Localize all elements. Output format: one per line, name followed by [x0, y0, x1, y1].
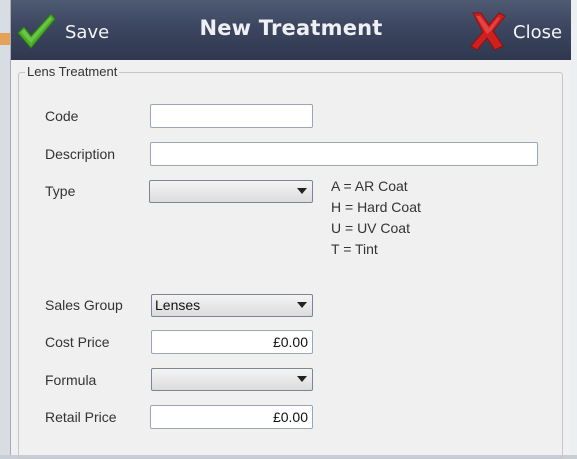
chevron-down-icon: [297, 188, 307, 194]
formula-label: Formula: [45, 372, 97, 388]
type-legend-item: T = Tint: [331, 241, 378, 257]
cost-price-label: Cost Price: [45, 334, 110, 350]
close-button[interactable]: Close: [467, 10, 567, 52]
cost-price-input[interactable]: £0.00: [151, 330, 313, 354]
type-select[interactable]: [149, 180, 313, 203]
code-label: Code: [45, 108, 79, 124]
chevron-down-icon: [297, 302, 307, 308]
formula-select[interactable]: [151, 368, 313, 391]
title-bar: Save New Treatment Close: [11, 0, 571, 60]
sales-group-selected: Lenses: [155, 297, 201, 313]
retail-price-label: Retail Price: [45, 409, 117, 425]
description-input[interactable]: [150, 142, 538, 166]
x-icon: [470, 12, 506, 51]
new-treatment-dialog: Save New Treatment Close Lens Treatment …: [10, 0, 572, 459]
description-label: Description: [45, 146, 116, 162]
type-label: Type: [45, 183, 76, 199]
type-legend-item: U = UV Coat: [331, 220, 410, 236]
background-window-edge-right: [571, 0, 577, 455]
group-legend: Lens Treatment: [25, 64, 120, 79]
background-window-edge: [0, 0, 10, 455]
close-label: Close: [513, 22, 563, 43]
lens-treatment-group: [18, 72, 563, 459]
chevron-down-icon: [297, 376, 307, 382]
type-legend-item: A = AR Coat: [331, 178, 408, 194]
sales-group-select[interactable]: Lenses: [151, 294, 313, 317]
code-input[interactable]: [150, 104, 313, 128]
sales-group-label: Sales Group: [45, 297, 123, 313]
type-legend-item: H = Hard Coat: [331, 199, 421, 215]
background-accent: [0, 33, 10, 45]
retail-price-input[interactable]: £0.00: [150, 405, 313, 429]
